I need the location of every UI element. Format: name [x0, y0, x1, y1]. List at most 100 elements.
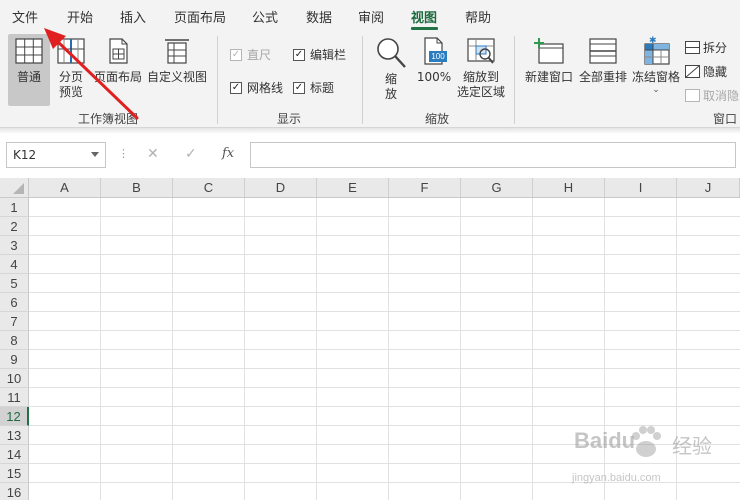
row-header[interactable]: 13 [0, 426, 29, 445]
row-header[interactable]: 2 [0, 217, 29, 236]
zoom-100-button[interactable]: 100 100% [414, 36, 454, 85]
formula-input[interactable] [250, 142, 736, 168]
column-header-i[interactable]: I [605, 178, 677, 198]
column-header-a[interactable]: A [29, 178, 101, 198]
zoom-label-line1: 缩 [384, 72, 397, 86]
group-separator [217, 36, 218, 124]
ribbon-tab-bar: 文件 开始 插入 页面布局 公式 数据 审阅 视图 帮助 [0, 0, 740, 30]
zoom-selection-label-line1: 缩放到 [462, 70, 499, 84]
row-header[interactable]: 11 [0, 388, 29, 407]
row-header[interactable]: 16 [0, 483, 29, 500]
enter-icon[interactable]: ✓ [185, 146, 197, 162]
gridlines-checkbox-row[interactable]: ✓ 网格线 [230, 79, 283, 96]
new-window-icon [534, 38, 564, 64]
group-separator [514, 36, 515, 124]
split-icon [685, 41, 700, 54]
formula-bar-checkbox[interactable]: ✓ [293, 48, 305, 61]
column-header-d[interactable]: D [245, 178, 317, 198]
new-window-button[interactable]: 新建窗口 [523, 36, 575, 85]
custom-views-button[interactable]: 自定义视图 [146, 36, 208, 85]
tab-view[interactable]: 视图 [411, 7, 437, 26]
group-separator [362, 36, 363, 124]
page-break-icon [57, 38, 85, 64]
tab-home[interactable]: 开始 [67, 7, 93, 26]
tab-insert[interactable]: 插入 [120, 7, 146, 26]
formula-bar: K12 ⋮ ✕ ✓ fx [0, 134, 740, 178]
row-header[interactable]: 8 [0, 331, 29, 350]
row-header[interactable]: 9 [0, 350, 29, 369]
page-layout-view-button[interactable]: 页面布局 [93, 36, 143, 85]
select-all-triangle-icon [13, 183, 24, 194]
column-header-g[interactable]: G [461, 178, 533, 198]
tab-data[interactable]: 数据 [306, 7, 332, 26]
row-header[interactable]: 7 [0, 312, 29, 331]
normal-view-button[interactable]: 普通 [8, 36, 50, 85]
headings-label: 标题 [310, 81, 335, 95]
column-header-b[interactable]: B [101, 178, 173, 198]
formula-bar-checkbox-row[interactable]: ✓ 编辑栏 [293, 46, 346, 63]
grid-icon [15, 38, 43, 64]
split-label: 拆分 [703, 41, 728, 55]
more-options-icon[interactable]: ⋮ [118, 147, 129, 160]
zoom-button[interactable]: 缩 放 [372, 36, 410, 102]
tab-file[interactable]: 文件 [12, 7, 38, 26]
cancel-icon[interactable]: ✕ [147, 146, 159, 162]
row-header[interactable]: 3 [0, 236, 29, 255]
row-header-active[interactable]: 12 [0, 407, 29, 426]
column-header-e[interactable]: E [317, 178, 389, 198]
row-header[interactable]: 5 [0, 274, 29, 293]
hide-label: 隐藏 [703, 65, 728, 79]
arrange-all-label: 全部重排 [578, 70, 627, 84]
zoom-to-selection-button[interactable]: 缩放到 选定区域 [455, 36, 507, 100]
zoom-selection-icon [467, 38, 495, 64]
gridlines-label: 网格线 [247, 81, 284, 95]
tab-help[interactable]: 帮助 [465, 7, 491, 26]
watermark-brand: Baidu [574, 428, 636, 453]
row-header[interactable]: 10 [0, 369, 29, 388]
hide-button[interactable]: 隐藏 [685, 63, 727, 80]
freeze-panes-button[interactable]: ✱ 冻结窗格 ⌄ [630, 36, 682, 95]
name-box-value: K12 [13, 148, 37, 162]
gridlines-checkbox[interactable]: ✓ [230, 81, 242, 94]
arrange-all-button[interactable]: 全部重排 [577, 36, 629, 85]
headings-checkbox[interactable]: ✓ [293, 81, 305, 94]
row-header[interactable]: 14 [0, 445, 29, 464]
show-group-label: 显示 [277, 112, 302, 126]
row-header[interactable]: 6 [0, 293, 29, 312]
select-all-corner[interactable] [0, 178, 29, 198]
name-box[interactable]: K12 [6, 142, 106, 168]
tab-formulas[interactable]: 公式 [252, 7, 278, 26]
window-group-label: 窗口 [713, 112, 738, 126]
column-header-f[interactable]: F [389, 178, 461, 198]
svg-text:✱: ✱ [649, 36, 657, 46]
page-layout-view-label: 页面布局 [93, 70, 142, 84]
custom-views-icon [165, 39, 189, 64]
tab-page-layout[interactable]: 页面布局 [174, 7, 226, 26]
ruler-label: 直尺 [247, 48, 272, 62]
ruler-checkbox[interactable]: ✓ [230, 48, 242, 61]
column-header-c[interactable]: C [173, 178, 245, 198]
zoom-label-line2: 放 [384, 87, 397, 101]
zoom-100-icon: 100 [419, 36, 449, 66]
ruler-checkbox-row[interactable]: ✓ 直尺 [230, 46, 271, 63]
unhide-button[interactable]: 取消隐藏 [685, 87, 739, 104]
row-header[interactable]: 1 [0, 198, 29, 217]
watermark-url: jingyan.baidu.com [572, 472, 661, 484]
page-break-preview-button[interactable]: 分页 预览 [52, 36, 90, 100]
new-window-label: 新建窗口 [524, 70, 573, 84]
column-header-h[interactable]: H [533, 178, 605, 198]
watermark-cn: 经验 [672, 436, 712, 458]
workbook-views-group-label: 工作簿视图 [78, 112, 139, 126]
row-header[interactable]: 4 [0, 255, 29, 274]
chevron-down-icon[interactable] [91, 152, 99, 157]
zoom-group-label: 缩放 [425, 112, 450, 126]
normal-view-label: 普通 [16, 70, 41, 84]
column-header-j[interactable]: J [677, 178, 740, 198]
tab-review[interactable]: 审阅 [358, 7, 384, 26]
row-header[interactable]: 15 [0, 464, 29, 483]
insert-function-icon[interactable]: fx [222, 146, 234, 161]
split-button[interactable]: 拆分 [685, 39, 727, 56]
page-break-label-line2: 预览 [58, 85, 83, 99]
headings-checkbox-row[interactable]: ✓ 标题 [293, 79, 334, 96]
formula-buttons: ✕ ✓ fx [135, 142, 247, 168]
